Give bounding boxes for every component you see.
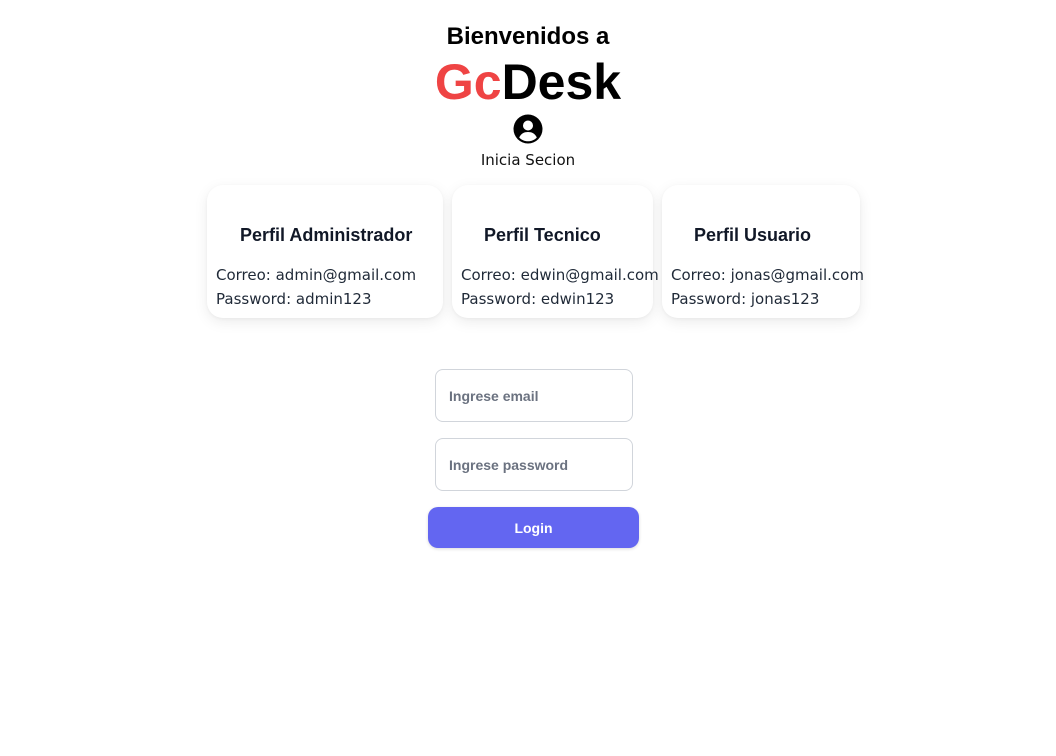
password-input[interactable]: [435, 438, 633, 491]
profile-card-email: Correo: jonas@gmail.com: [671, 266, 864, 284]
profile-card-title: Perfil Tecnico: [484, 225, 601, 245]
profile-card-password: Password: admin123: [216, 290, 372, 308]
profile-card-password: Password: jonas123: [671, 290, 820, 308]
profile-card-title: Perfil Usuario: [694, 225, 812, 245]
login-page: Bienvenidos a GcDesk Inicia Secion Perfi…: [0, 0, 1056, 756]
brand-logo: GcDesk: [0, 54, 1056, 110]
brand-part-gc: Gc: [434, 54, 502, 110]
profile-card-usuario: Perfil Usuario Correo: jonas@gmail.com P…: [662, 185, 864, 318]
brand-part-desk: Desk: [501, 54, 622, 110]
header: Bienvenidos a GcDesk Inicia Secion: [0, 22, 1056, 170]
profile-card-title: Perfil Administrador: [240, 225, 413, 245]
login-button[interactable]: Login: [428, 507, 639, 548]
profile-card-email: Correo: admin@gmail.com: [216, 266, 417, 284]
profile-card-email: Correo: edwin@gmail.com: [461, 266, 659, 284]
profile-card-tecnico: Perfil Tecnico Correo: edwin@gmail.com P…: [452, 185, 659, 318]
welcome-text: Bienvenidos a: [446, 23, 610, 50]
signin-subtitle: Inicia Secion: [480, 151, 576, 169]
profile-card-admin: Perfil Administrador Correo: admin@gmail…: [207, 185, 443, 318]
profile-card-password: Password: edwin123: [461, 290, 615, 308]
user-circle-icon: [513, 114, 543, 144]
email-input[interactable]: [435, 369, 633, 422]
